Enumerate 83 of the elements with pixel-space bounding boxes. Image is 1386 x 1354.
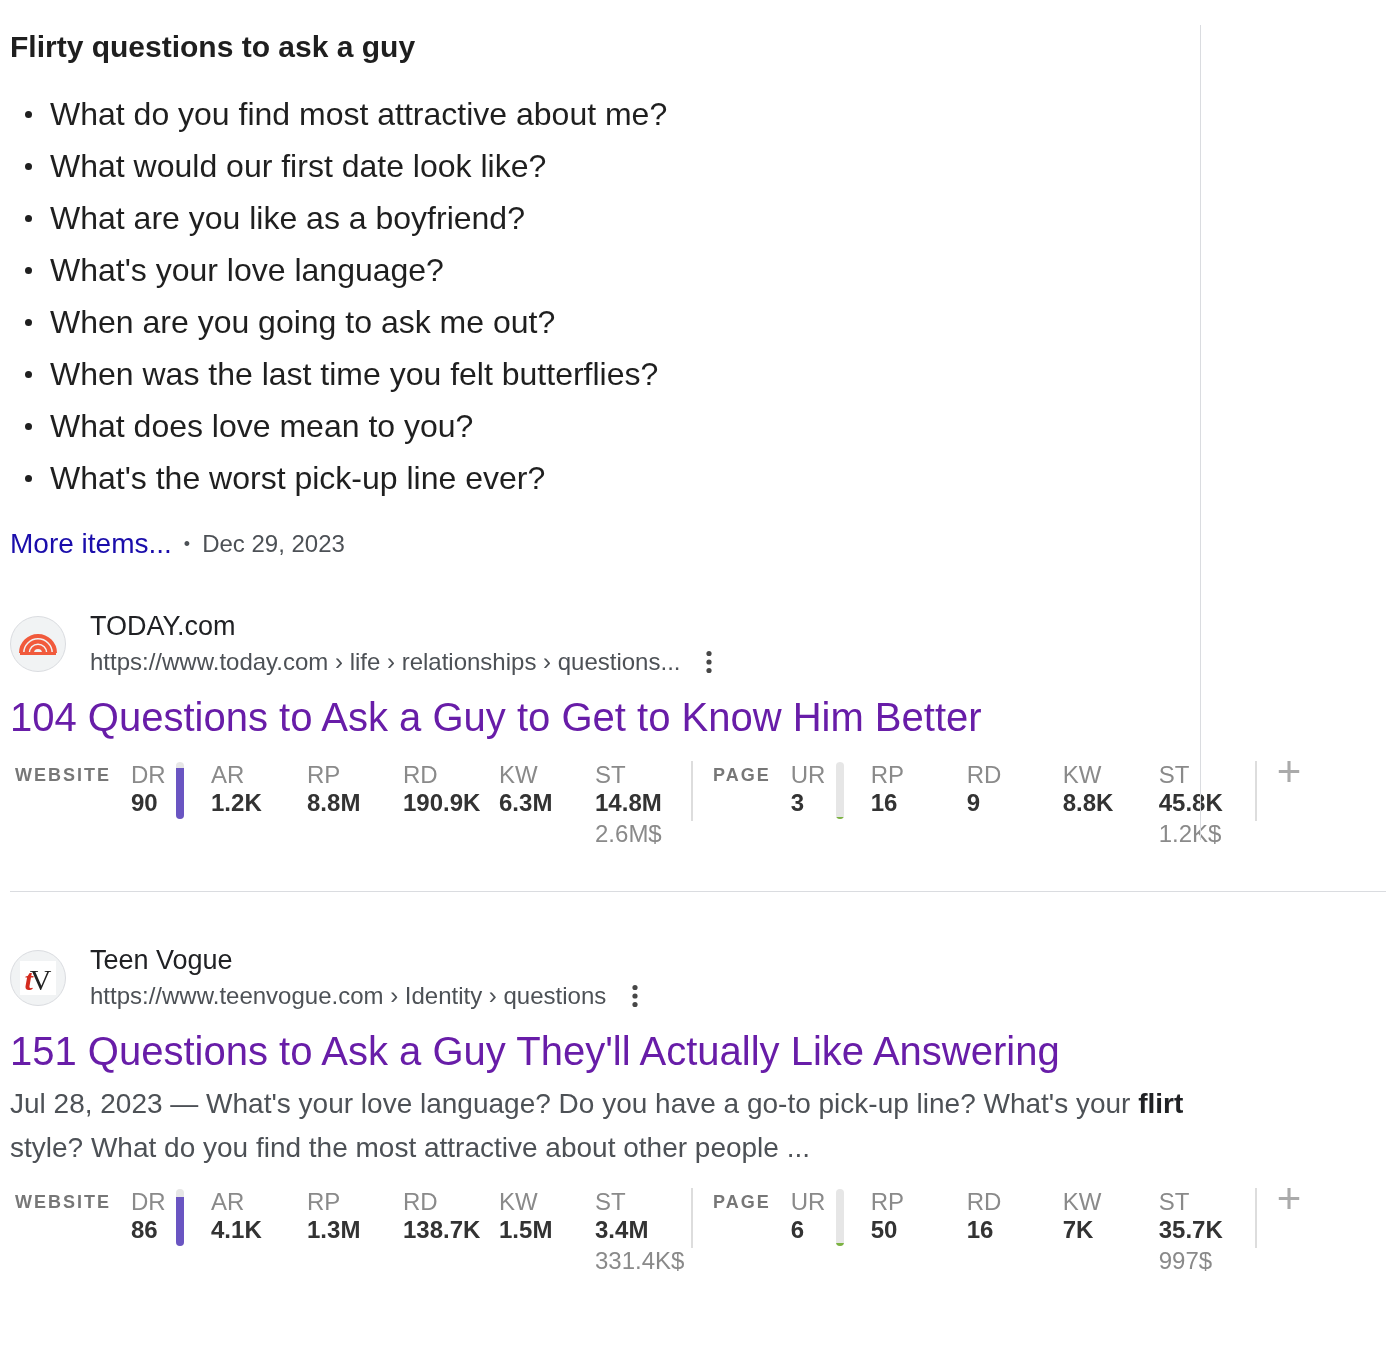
metric-label: RD (966, 1188, 1002, 1216)
site-name: Teen Vogue (90, 944, 233, 977)
metric-label: KW (499, 761, 538, 789)
metric-value: 16 (966, 1216, 994, 1244)
metrics-section-label: PAGE (713, 764, 771, 787)
metric-label: RD (403, 761, 438, 789)
list-item-text: What would our first date look like? (50, 147, 547, 186)
result-snippet: Jul 28, 2023 — What's your love language? Do you have a go-to pick-up line? What's your flirt style? What do you find the most attractive about other people ... (10, 1087, 1185, 1165)
metric-value: 4.1K (211, 1216, 262, 1244)
metric-value: 9 (966, 789, 981, 817)
metric-label: DR (131, 761, 166, 789)
metric-label: RP (870, 1188, 905, 1216)
result-url: https://www.today.com › life › relationships › questions... (90, 648, 681, 676)
bullet-icon (25, 266, 32, 274)
bullet-icon (25, 318, 32, 326)
metric-value: 6 (790, 1216, 805, 1244)
metric-value: 138.7K (403, 1216, 481, 1244)
metric-label: RD (966, 761, 1002, 789)
more-options-icon[interactable] (632, 984, 639, 1008)
snippet-heading: Flirty questions to ask a guy (10, 30, 416, 64)
snippet-date: Dec 29, 2023 (202, 530, 345, 558)
metric-value: 3.4M (595, 1216, 649, 1244)
bullet-icon (25, 474, 32, 482)
metric-value: 7K (1062, 1216, 1094, 1244)
rainbow-logo-icon (10, 616, 66, 672)
metric-label: ST (1158, 761, 1190, 789)
site-logo: tV (10, 950, 66, 1006)
more-items-link[interactable]: More items... (10, 528, 172, 560)
more-options-icon[interactable] (706, 650, 713, 674)
metric-value: 8.8K (1062, 789, 1114, 817)
result-title-link[interactable]: 104 Questions to Ask a Guy to Get to Know Him Better (10, 691, 982, 743)
metric-value: 14.8M (595, 789, 662, 817)
list-item-text: What does love mean to you? (50, 407, 474, 446)
list-item-text: When was the last time you felt butterflies? (50, 355, 659, 394)
traffic-value: 2.6M$ (595, 819, 662, 849)
site-name: TODAY.com (90, 610, 236, 643)
metric-label: UR (790, 761, 826, 789)
metric-label: ST (595, 761, 626, 789)
metric-label: KW (499, 1188, 538, 1216)
metric-value: 8.8M (307, 789, 361, 817)
metric-label: AR (211, 761, 245, 789)
metrics-section-label: PAGE (713, 1191, 771, 1214)
list-item-text: What's your love language? (50, 251, 444, 290)
traffic-value: 1.2K$ (1158, 819, 1222, 849)
bullet-icon (25, 214, 32, 222)
metric-value: 86 (131, 1216, 158, 1244)
list-item-text: What are you like as a boyfriend? (50, 199, 525, 238)
list-item-text: What do you find most attractive about me? (50, 95, 668, 134)
metric-value: 45.8K (1158, 789, 1223, 817)
metric-label: KW (1062, 1188, 1102, 1216)
metrics-section-label: WEBSITE (15, 764, 111, 787)
metric-value: 190.9K (403, 789, 481, 817)
bullet-icon (25, 162, 32, 170)
metric-value: 3 (790, 789, 805, 817)
separator-dot: • (183, 533, 191, 555)
metric-label: RP (870, 761, 905, 789)
metric-label: DR (131, 1188, 166, 1216)
metric-label: ST (1158, 1188, 1190, 1216)
metric-value: 1.2K (211, 789, 262, 817)
metric-value: 1.3M (307, 1216, 361, 1244)
bullet-icon (25, 370, 32, 378)
metric-value: 35.7K (1158, 1216, 1223, 1244)
metric-label: UR (790, 1188, 826, 1216)
metric-value: 1.5M (499, 1216, 553, 1244)
metrics-section-label: WEBSITE (15, 1191, 111, 1214)
metric-value: 16 (870, 789, 898, 817)
metric-label: RP (307, 761, 341, 789)
result-title-link[interactable]: 151 Questions to Ask a Guy They'll Actually Like Answering (10, 1025, 1060, 1077)
metric-label: ST (595, 1188, 626, 1216)
metric-label: AR (211, 1188, 245, 1216)
traffic-value: 331.4K$ (595, 1246, 685, 1276)
bullet-icon (25, 110, 32, 118)
metric-label: KW (1062, 761, 1102, 789)
result-url: https://www.teenvogue.com › Identity › questions (90, 982, 607, 1010)
traffic-value: 997$ (1158, 1246, 1213, 1276)
metric-label: RD (403, 1188, 438, 1216)
bullet-icon (25, 422, 32, 430)
metric-value: 6.3M (499, 789, 553, 817)
list-item-text: When are you going to ask me out? (50, 303, 556, 342)
list-item-text: What's the worst pick-up line ever? (50, 459, 546, 498)
metric-value: 90 (131, 789, 158, 817)
metric-value: 50 (870, 1216, 898, 1244)
metric-label: RP (307, 1188, 341, 1216)
